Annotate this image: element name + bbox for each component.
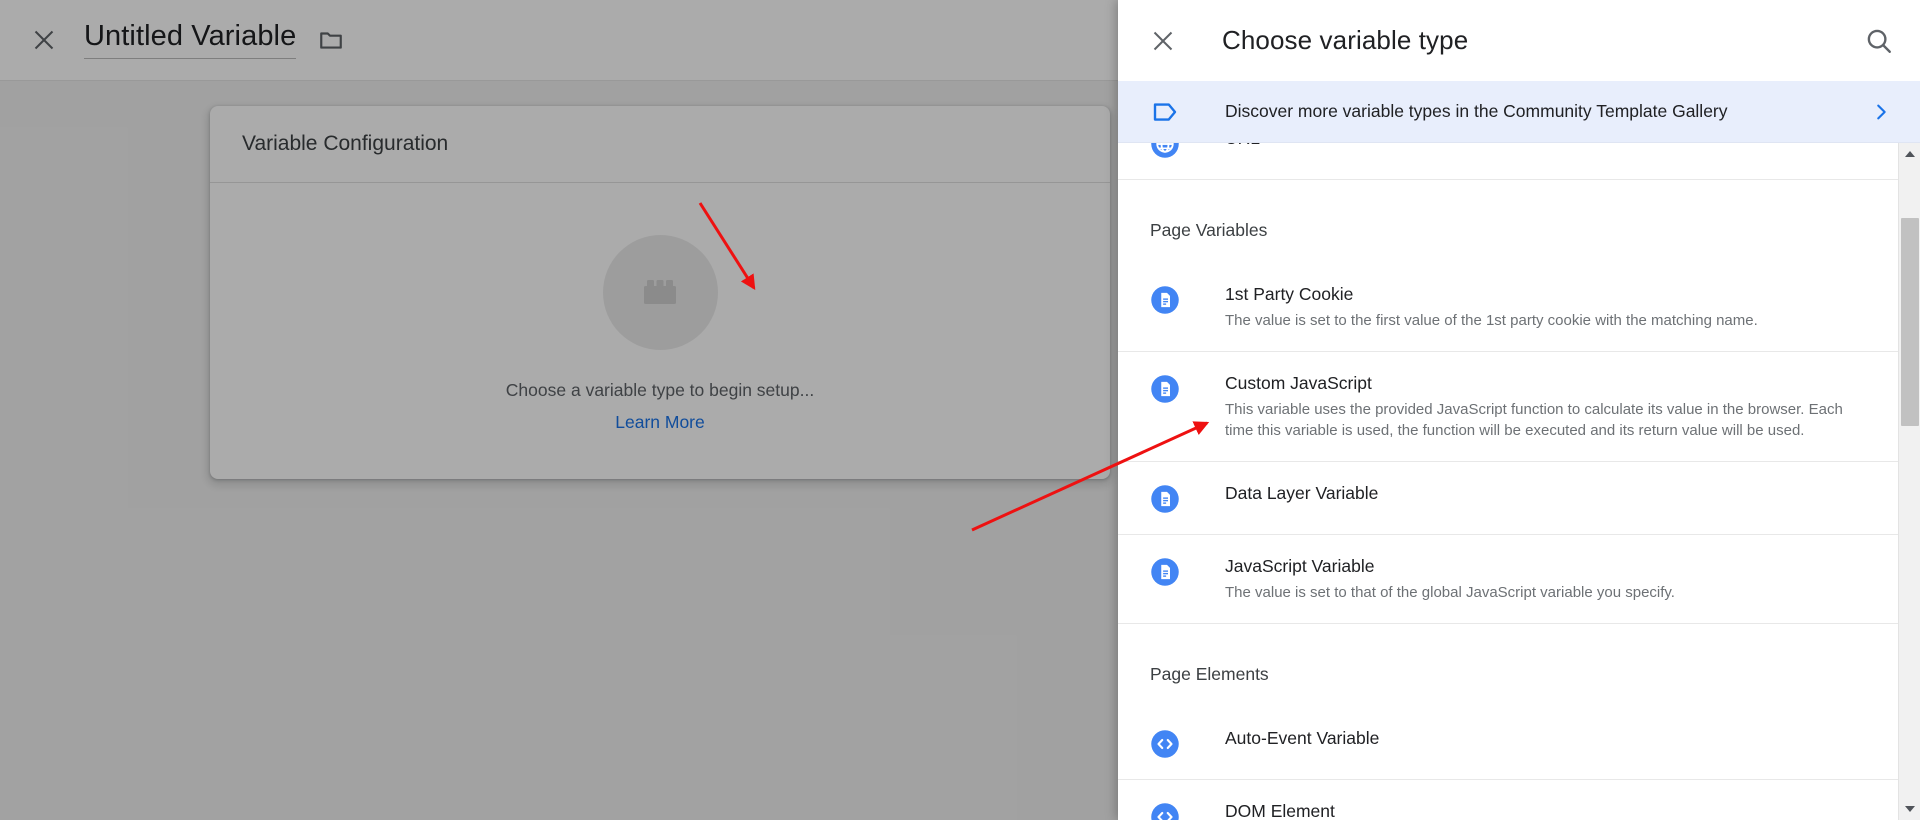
- list-item-title: JavaScript Variable: [1225, 556, 1375, 577]
- list-item-texts: URL: [1225, 143, 1868, 151]
- variable-configuration-title: Variable Configuration: [210, 106, 1110, 183]
- variable-title-group: Untitled Variable: [84, 21, 344, 59]
- list-item-texts: DOM Element The value is set to the text…: [1225, 800, 1868, 820]
- document-icon: [1151, 286, 1179, 314]
- list-item-texts: Auto-Event Variable: [1225, 727, 1868, 751]
- variable-configuration-card: Variable Configuration Choose a variable…: [210, 106, 1110, 479]
- scrollbar-thumb[interactable]: [1901, 218, 1919, 426]
- panel-scrollbar[interactable]: [1898, 143, 1920, 820]
- list-item[interactable]: DOM Element The value is set to the text…: [1118, 780, 1898, 820]
- puzzle-brick-icon: [602, 235, 718, 350]
- chevron-right-icon: [1877, 104, 1886, 119]
- variable-type-list-region: URL Page Variables 1st Party Cookie: [1118, 143, 1920, 820]
- list-item-texts: Custom JavaScript This variable uses the…: [1225, 372, 1868, 441]
- variable-type-list: URL Page Variables 1st Party Cookie: [1118, 143, 1898, 820]
- list-item[interactable]: Custom JavaScript This variable uses the…: [1118, 352, 1898, 463]
- close-icon[interactable]: [30, 26, 58, 54]
- community-template-gallery-banner[interactable]: Discover more variable types in the Comm…: [1118, 81, 1920, 143]
- list-item-texts: 1st Party Cookie The value is set to the…: [1225, 283, 1868, 331]
- code-brackets-icon: [1151, 730, 1179, 758]
- scroll-down-arrow-icon[interactable]: [1899, 798, 1920, 820]
- choose-variable-type-panel: Choose variable type Discover more varia…: [1118, 0, 1920, 820]
- list-item-texts: Data Layer Variable: [1225, 482, 1868, 506]
- app-content-area: Variable Configuration Choose a variable…: [0, 81, 1118, 820]
- empty-state-message: Choose a variable type to begin setup...: [505, 380, 815, 400]
- variable-name-input[interactable]: Untitled Variable: [84, 21, 297, 59]
- list-item[interactable]: 1st Party Cookie The value is set to the…: [1118, 263, 1898, 352]
- list-item-title: Auto-Event Variable: [1225, 728, 1380, 749]
- panel-header: Choose variable type: [1118, 0, 1920, 81]
- list-item-title: Data Layer Variable: [1225, 483, 1379, 504]
- document-icon: [1151, 485, 1179, 513]
- scroll-up-arrow-icon[interactable]: [1899, 143, 1920, 165]
- list-item[interactable]: Auto-Event Variable: [1118, 707, 1898, 781]
- code-brackets-icon: [1151, 803, 1179, 820]
- app-top-bar: Untitled Variable: [0, 0, 1118, 81]
- variable-configuration-empty-state: Choose a variable type to begin setup...…: [210, 183, 1110, 479]
- globe-icon: [1151, 143, 1179, 158]
- list-item-title: Custom JavaScript: [1225, 372, 1372, 393]
- folder-icon[interactable]: [318, 27, 344, 53]
- group-heading-page-variables: Page Variables: [1150, 220, 1268, 240]
- list-item-description: The value is set to the first value of t…: [1225, 311, 1758, 329]
- list-item[interactable]: JavaScript Variable The value is set to …: [1118, 535, 1898, 625]
- gallery-banner-label: Discover more variable types in the Comm…: [1225, 101, 1728, 121]
- list-item[interactable]: Data Layer Variable: [1118, 462, 1898, 536]
- list-item-title: 1st Party Cookie: [1225, 284, 1354, 304]
- tag-icon: [1153, 102, 1177, 121]
- list-item-description: The value is set to that of the global J…: [1225, 583, 1675, 601]
- list-item[interactable]: URL: [1118, 143, 1898, 180]
- list-item-description: This variable uses the provided JavaScri…: [1225, 400, 1843, 439]
- document-icon: [1151, 558, 1179, 586]
- search-icon[interactable]: [1864, 26, 1894, 56]
- list-item-title: URL: [1225, 143, 1868, 151]
- document-icon: [1151, 375, 1179, 403]
- learn-more-link[interactable]: Learn More: [615, 412, 705, 433]
- list-item-texts: JavaScript Variable The value is set to …: [1225, 555, 1868, 603]
- panel-title: Choose variable type: [1222, 25, 1469, 55]
- close-icon[interactable]: [1150, 28, 1176, 54]
- app-background: Untitled Variable Variable Configuration…: [0, 0, 1118, 820]
- group-heading-page-elements: Page Elements: [1150, 664, 1269, 685]
- list-item-title: DOM Element: [1225, 801, 1335, 820]
